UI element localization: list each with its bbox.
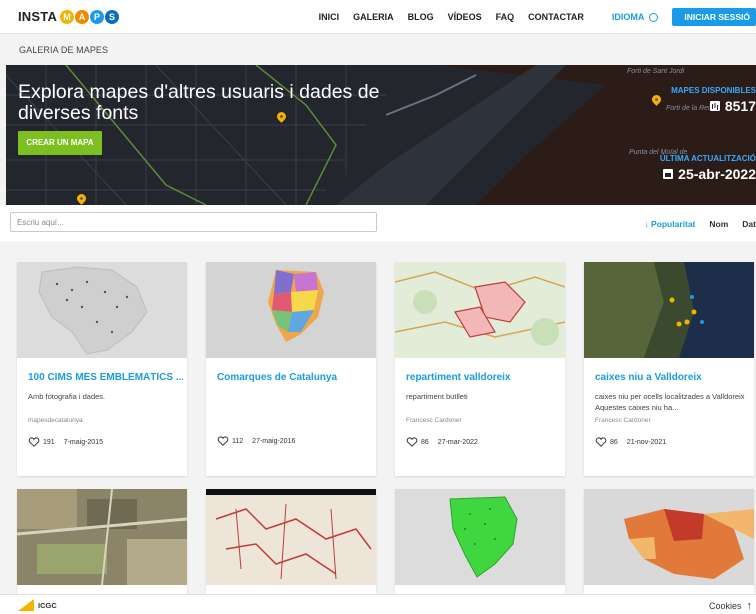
nav-item-galeria[interactable]: GALERIA [353,12,394,22]
last-update-date: 25-abr-2022 [678,166,756,182]
hero-banner: Forti de Sant Jordi Forti de la Reina Pu… [6,65,756,205]
heart-icon[interactable] [406,437,418,447]
sort-date[interactable]: Dat [742,219,756,229]
bar-chart-icon [709,101,720,111]
icgc-logo[interactable]: ICGC [18,599,57,611]
top-navigation: INSTA M A P S INICI GALERIA BLOG VÍDEOS … [0,0,756,34]
last-update-label: ÚLTIMA ACTUALITZACIÓ [659,154,756,163]
icgc-mark-icon [18,599,34,611]
likes-count: 86 [610,438,618,446]
map-card[interactable]: repartiment valldoreix repartiment butll… [395,262,565,476]
map-card-author: Francesc Cardoner [595,417,651,424]
map-thumbnail[interactable] [584,489,754,585]
map-card-description: Amb fotografia i dades. [28,392,106,401]
map-card-author: Francesc Cardoner [406,417,462,424]
map-card[interactable]: Comarques de Catalunya 112 27-maig-2016 [206,262,376,476]
logo-letter-a: A [75,9,90,24]
map-card-meta: 112 27-maig-2016 [217,436,295,446]
sort-options: ↓ Popularitat Nom Dat [644,219,756,229]
map-thumbnail-image [395,262,565,358]
nav-item-contactar[interactable]: CONTACTAR [528,12,584,22]
place-label: Forti de Sant Jordi [627,68,685,75]
map-thumbnail[interactable] [206,262,376,358]
map-card-title[interactable]: 100 CIMS MÉS EMBLEMÀTICS ... [28,372,183,383]
gallery-toolbar: Escriu aquí... ↓ Popularitat Nom Dat [0,205,756,241]
map-thumbnail-image [584,262,754,358]
likes-count: 86 [421,438,429,446]
map-card[interactable] [395,489,565,609]
create-map-button[interactable]: CREAR UN MAPA [18,131,102,155]
map-thumbnail-image [584,489,754,585]
nav-item-inici[interactable]: INICI [319,12,340,22]
map-thumbnail[interactable] [17,262,187,358]
likes-count: 112 [232,437,244,445]
heart-icon[interactable] [595,437,607,447]
map-thumbnail[interactable] [206,489,376,585]
sort-popularity[interactable]: ↓ Popularitat [644,219,695,229]
map-card-date: 27-mar-2022 [437,438,478,446]
login-button[interactable]: INICIAR SESSIÓ [672,8,756,26]
map-thumbnail-image [395,489,565,585]
hero-title: Explora mapes d'altres usuaris i dades d… [18,81,380,124]
search-input[interactable]: Escriu aquí... [10,212,377,232]
map-card-title[interactable]: repartiment valldoreix [406,372,561,383]
logo-letter-m: M [60,9,75,24]
arrow-up-icon: ↑ [746,600,753,612]
heart-icon[interactable] [217,436,229,446]
map-card-meta: 86 27-mar-2022 [406,437,478,447]
sort-name[interactable]: Nom [709,219,728,229]
map-card-meta: 191 7-maig-2015 [28,437,103,447]
maps-count: 8517 [724,98,756,114]
map-card-title[interactable]: caixes niu a Valldoreix [595,372,750,383]
nav-item-videos[interactable]: VÍDEOS [448,12,482,22]
logo-word: INSTA [18,9,58,24]
map-card[interactable] [17,489,187,609]
likes-count: 191 [43,438,55,446]
map-card-meta: 86 21-nov-2021 [595,437,666,447]
icgc-label: ICGC [38,600,57,610]
map-card-description: caixes niu per ocells localitzades a Val… [595,392,745,412]
map-card[interactable]: 100 CIMS MÉS EMBLEMÀTICS ... Amb fotogra… [17,262,187,476]
page-footer: ICGC Cookies ↑ [0,594,756,614]
map-thumbnail-image [206,262,376,358]
map-card[interactable] [206,489,376,609]
nav-item-blog[interactable]: BLOG [408,12,434,22]
nav-item-faq[interactable]: FAQ [496,12,515,22]
map-card-date: 27-maig-2016 [252,437,296,445]
map-thumbnail-image [206,489,376,585]
map-card-date: 21-nov-2021 [626,438,667,446]
map-card[interactable] [584,489,754,609]
map-thumbnail[interactable] [395,489,565,585]
maps-available-label: MAPES DISPONIBLES [671,86,756,95]
map-thumbnail[interactable] [395,262,565,358]
logo-letter-p: P [90,9,105,24]
breadcrumb: GALERIA DE MAPES [0,35,756,64]
language-selector[interactable]: IDIOMA [598,12,659,22]
globe-icon [649,12,659,22]
sort-popularity-label: Popularitat [651,219,696,229]
maps-available-value: 8517 [709,98,756,114]
language-label: IDIOMA [611,12,645,22]
map-thumbnail[interactable] [17,489,187,585]
cookies-toggle[interactable]: Cookies ↑ [709,600,752,612]
map-thumbnail-image [17,262,187,358]
calendar-icon [663,169,674,179]
map-card[interactable]: caixes niu a Valldoreix caixes niu per o… [584,262,754,476]
map-card-title[interactable]: Comarques de Catalunya [217,372,372,383]
instamaps-logo[interactable]: INSTA M A P S [18,9,120,24]
map-card-author: mapesdecatalunya [28,417,83,424]
map-thumbnail-image [17,489,187,585]
main-menu: INICI GALERIA BLOG VÍDEOS FAQ CONTACTAR … [305,0,756,34]
map-card-date: 7-maig-2015 [63,438,103,446]
logo-letter-s: S [105,9,120,24]
cookies-label: Cookies [708,601,742,611]
heart-icon[interactable] [28,437,40,447]
map-card-description: repartiment butlleti [406,392,468,401]
last-update-value: 25-abr-2022 [663,166,756,182]
map-thumbnail[interactable] [584,262,754,358]
